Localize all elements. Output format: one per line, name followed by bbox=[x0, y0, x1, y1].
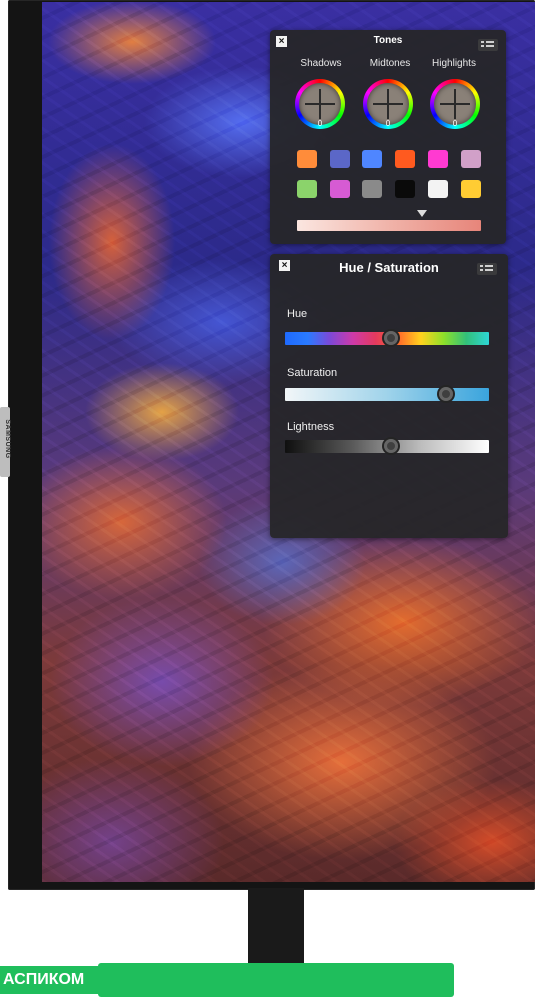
tone-slider-pointer-icon[interactable] bbox=[417, 210, 428, 217]
stand-base bbox=[98, 963, 454, 997]
color-swatch[interactable] bbox=[297, 180, 317, 198]
midtones-color-wheel[interactable]: 0 bbox=[363, 79, 413, 129]
midtones-label: Midtones bbox=[369, 58, 411, 69]
hue-slider-knob[interactable] bbox=[384, 331, 399, 345]
color-swatch[interactable] bbox=[362, 180, 383, 198]
color-swatch[interactable] bbox=[460, 150, 481, 168]
color-wheel-center: 0 bbox=[434, 83, 476, 128]
highlights-color-wheel[interactable]: 0 bbox=[430, 79, 480, 129]
panel-title: Tones bbox=[373, 35, 403, 46]
menu-icon[interactable] bbox=[478, 39, 498, 51]
color-swatch[interactable] bbox=[395, 150, 416, 168]
tone-gradient-slider[interactable] bbox=[297, 220, 481, 231]
color-swatch[interactable] bbox=[297, 150, 317, 168]
shadows-color-wheel[interactable]: 0 bbox=[295, 79, 345, 129]
highlights-value: 0 bbox=[452, 119, 458, 128]
midtones-value: 0 bbox=[385, 119, 391, 128]
highlights-label: Highlights bbox=[432, 58, 476, 69]
stand-neck bbox=[248, 888, 304, 970]
color-swatch[interactable] bbox=[460, 180, 481, 198]
color-swatch[interactable] bbox=[395, 180, 416, 198]
color-wheel-center: 0 bbox=[367, 83, 409, 128]
color-swatch[interactable] bbox=[427, 150, 448, 168]
watermark-text: АСПИКОМ bbox=[0, 966, 103, 994]
color-swatch[interactable] bbox=[329, 180, 350, 198]
menu-icon[interactable] bbox=[477, 263, 497, 275]
color-swatch[interactable] bbox=[427, 180, 448, 198]
hue-saturation-panel: × Hue / Saturation Hue Saturation Lightn… bbox=[270, 254, 508, 538]
brand-label: SAMSUNG bbox=[4, 419, 11, 459]
shadows-label: Shadows bbox=[300, 58, 342, 69]
saturation-slider-track[interactable] bbox=[285, 388, 489, 401]
tones-panel: × Tones Shadows Midtones Highlights 0 0 … bbox=[270, 30, 506, 244]
lightness-slider-knob[interactable] bbox=[384, 439, 399, 453]
color-swatch[interactable] bbox=[329, 150, 350, 168]
shadows-value: 0 bbox=[317, 119, 323, 128]
saturation-label: Saturation bbox=[287, 367, 338, 379]
hue-label: Hue bbox=[287, 308, 308, 320]
color-swatch[interactable] bbox=[362, 150, 383, 168]
panel-title: Hue / Saturation bbox=[339, 260, 439, 275]
color-wheel-center: 0 bbox=[299, 83, 341, 128]
lightness-label: Lightness bbox=[287, 421, 335, 433]
